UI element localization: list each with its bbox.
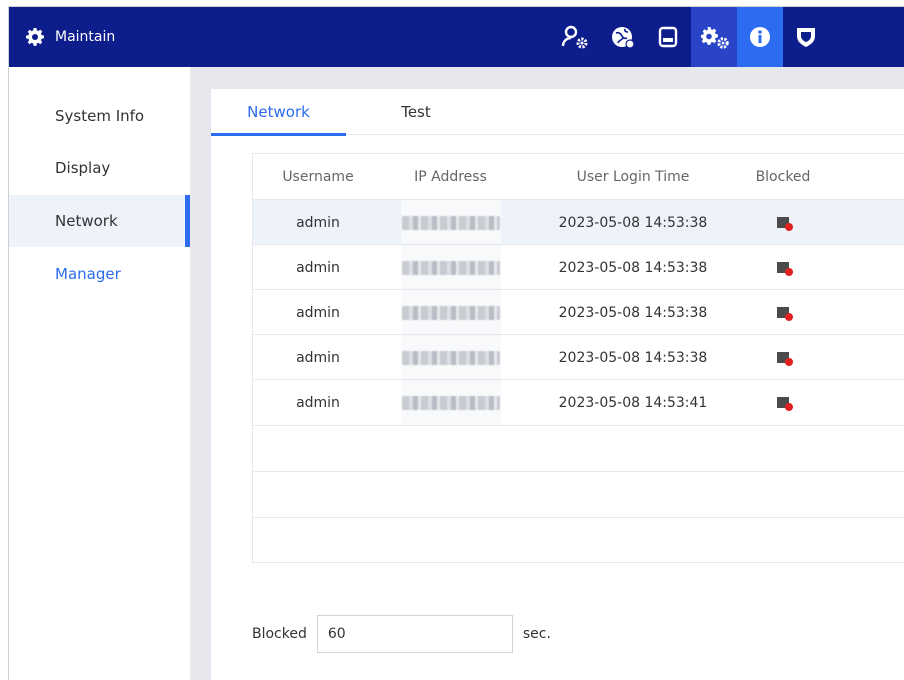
login-time-cell: 2023-05-08 14:53:38 xyxy=(558,214,708,231)
redacted-ip xyxy=(402,395,500,410)
panel-divider xyxy=(190,67,211,680)
sidebar-item-system-info[interactable]: System Info xyxy=(9,90,190,142)
username-cell: admin xyxy=(296,304,340,321)
storage-icon[interactable] xyxy=(645,7,691,67)
user-settings-icon[interactable] xyxy=(553,7,599,67)
login-time-cell: 2023-05-08 14:53:41 xyxy=(558,394,708,411)
tab-network[interactable]: Network xyxy=(211,89,346,136)
login-time-cell: 2023-05-08 14:53:38 xyxy=(558,304,708,321)
username-cell: admin xyxy=(296,394,340,411)
ip-address-cell xyxy=(401,335,501,380)
tab-label: Test xyxy=(401,103,431,121)
blocked-cell xyxy=(733,290,833,335)
blocked-unit: sec. xyxy=(522,626,551,642)
ip-address-cell xyxy=(401,380,501,425)
table-row[interactable]: admin 2023-05-08 14:53:38 xyxy=(253,334,904,380)
redacted-ip xyxy=(402,215,500,230)
app-brand: Maintain xyxy=(25,7,115,67)
column-header-blocked: Blocked xyxy=(755,168,811,185)
content-panel: Network Test Username IP Address User Lo… xyxy=(211,89,904,680)
tab-label: Network xyxy=(247,103,310,121)
sidebar: System Info Display Network Manager xyxy=(9,67,190,680)
system-settings-icon[interactable] xyxy=(691,7,737,67)
column-header-username: Username xyxy=(282,168,354,185)
sidebar-item-label: System Info xyxy=(55,107,145,125)
column-header-ip-address: IP Address xyxy=(414,168,487,185)
blocked-cell xyxy=(733,335,833,380)
tab-bar: Network Test xyxy=(211,89,904,136)
content-top-strip xyxy=(190,67,904,89)
table-row[interactable]: admin 2023-05-08 14:53:38 xyxy=(253,244,904,290)
sidebar-item-manager[interactable]: Manager xyxy=(9,248,190,300)
shield-icon[interactable] xyxy=(783,7,829,67)
table-header: Username IP Address User Login Time Bloc… xyxy=(253,154,904,199)
table-row-empty xyxy=(253,425,904,470)
online-users-table: Username IP Address User Login Time Bloc… xyxy=(252,153,904,563)
blocked-cell xyxy=(733,200,833,245)
username-cell: admin xyxy=(296,214,340,231)
login-time-cell: 2023-05-08 14:53:38 xyxy=(558,349,708,366)
tab-test[interactable]: Test xyxy=(361,89,471,135)
top-bar: Maintain xyxy=(9,7,904,67)
sidebar-item-label: Network xyxy=(55,212,118,230)
block-user-icon[interactable] xyxy=(777,352,793,366)
network-globe-icon[interactable] xyxy=(599,7,645,67)
ip-address-cell xyxy=(401,290,501,335)
username-cell: admin xyxy=(296,259,340,276)
blocked-setting: Blocked 60 sec. xyxy=(252,615,551,653)
table-row[interactable]: admin 2023-05-08 14:53:41 xyxy=(253,379,904,425)
blocked-cell xyxy=(733,380,833,425)
table-row[interactable]: admin 2023-05-08 14:53:38 xyxy=(253,289,904,335)
sidebar-item-network[interactable]: Network xyxy=(9,195,190,247)
ip-address-cell xyxy=(401,200,501,245)
username-cell: admin xyxy=(296,349,340,366)
page-title: Maintain xyxy=(55,29,116,45)
sidebar-item-label: Manager xyxy=(55,265,121,283)
table-row-empty xyxy=(253,517,904,562)
blocked-duration-value: 60 xyxy=(327,626,346,642)
redacted-ip xyxy=(402,260,500,275)
info-icon[interactable] xyxy=(737,7,783,67)
gear-icon xyxy=(25,27,45,47)
blocked-cell xyxy=(733,245,833,290)
block-user-icon[interactable] xyxy=(777,397,793,411)
login-time-cell: 2023-05-08 14:53:38 xyxy=(558,259,708,276)
table-row-empty xyxy=(253,471,904,516)
block-user-icon[interactable] xyxy=(777,217,793,231)
redacted-ip xyxy=(402,305,500,320)
block-user-icon[interactable] xyxy=(777,307,793,321)
blocked-duration-input[interactable]: 60 xyxy=(316,615,513,653)
ip-address-cell xyxy=(401,245,501,290)
app-window: Maintain System Info Display Network Man… xyxy=(8,6,904,680)
sidebar-item-display[interactable]: Display xyxy=(9,142,190,194)
column-header-login-time: User Login Time xyxy=(576,168,690,185)
blocked-label: Blocked xyxy=(252,626,307,642)
sidebar-item-label: Display xyxy=(55,159,111,177)
redacted-ip xyxy=(402,350,500,365)
block-user-icon[interactable] xyxy=(777,262,793,276)
table-row[interactable]: admin 2023-05-08 14:53:38 xyxy=(253,199,904,245)
